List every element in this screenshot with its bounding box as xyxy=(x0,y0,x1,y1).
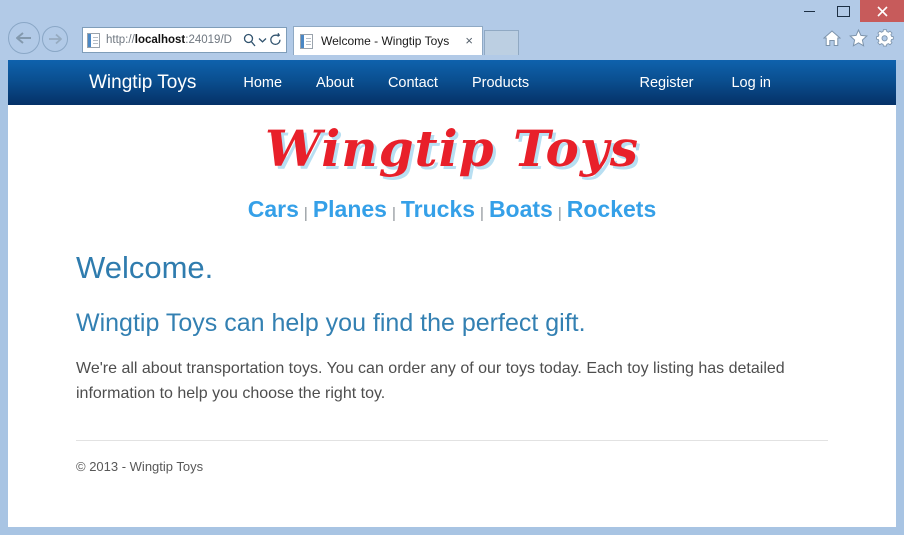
nav-item-products[interactable]: Products xyxy=(455,75,546,91)
forward-button[interactable] xyxy=(42,26,68,52)
category-link-cars[interactable]: Cars xyxy=(248,196,299,222)
page-footer: © 2013 - Wingtip Toys xyxy=(76,459,204,475)
new-tab-button[interactable] xyxy=(484,30,519,55)
address-bar-icons xyxy=(243,33,286,47)
back-arrow-icon xyxy=(16,32,31,44)
chevron-down-icon[interactable] xyxy=(258,37,267,43)
page-favicon-icon xyxy=(87,32,101,48)
category-links: Cars | Planes | Trucks | Boats | Rockets xyxy=(8,196,896,223)
nav-item-about[interactable]: About xyxy=(299,75,371,91)
nav-item-home[interactable]: Home xyxy=(226,75,299,91)
nav-item-register[interactable]: Register xyxy=(620,75,712,91)
site-navigation-bar: Wingtip Toys Home About Contact Products… xyxy=(8,60,896,105)
minimize-button[interactable] xyxy=(792,0,826,28)
close-icon xyxy=(876,5,888,17)
settings-gear-icon[interactable] xyxy=(876,29,894,47)
browser-toolbar-icons xyxy=(823,29,894,47)
category-separator: | xyxy=(557,205,562,222)
page-tagline: Wingtip Toys can help you find the perfe… xyxy=(76,309,586,338)
category-link-trucks[interactable]: Trucks xyxy=(401,196,475,222)
tab-favicon-icon xyxy=(300,33,314,49)
category-separator: | xyxy=(480,205,484,222)
close-window-button[interactable] xyxy=(860,0,904,22)
site-brand[interactable]: Wingtip Toys xyxy=(89,72,196,94)
magnifier-icon[interactable] xyxy=(243,33,256,47)
maximize-button[interactable] xyxy=(826,0,860,22)
page-title: Welcome. xyxy=(76,250,214,285)
site-nav-links: Home About Contact Products xyxy=(226,75,546,91)
page-viewport: Wingtip Toys Home About Contact Products… xyxy=(8,60,896,527)
browser-window: http://localhost:24019/D Welcome - Wingt… xyxy=(0,0,904,535)
tab-title: Welcome - Wingtip Toys xyxy=(321,34,450,48)
tab-close-icon[interactable]: × xyxy=(462,34,476,49)
minimize-icon xyxy=(803,10,815,12)
page-paragraph: We're all about transportation toys. You… xyxy=(76,359,785,403)
category-separator: | xyxy=(391,205,396,222)
site-logo: Wingtip Toys xyxy=(264,119,640,178)
category-link-planes[interactable]: Planes xyxy=(313,196,387,222)
tab-welcome-wingtip-toys[interactable]: Welcome - Wingtip Toys × xyxy=(293,26,483,55)
page-content: Wingtip Toys Cars | Planes | Trucks | Bo… xyxy=(8,121,896,474)
main-content: Welcome. Wingtip Toys can help you find … xyxy=(8,250,896,475)
window-controls xyxy=(792,0,904,22)
account-nav-links: Register Log in xyxy=(620,75,790,91)
category-separator: | xyxy=(303,205,308,222)
browser-chrome: http://localhost:24019/D Welcome - Wingt… xyxy=(0,0,904,60)
maximize-icon xyxy=(836,5,850,17)
nav-item-contact[interactable]: Contact xyxy=(371,75,455,91)
tab-strip: Welcome - Wingtip Toys × xyxy=(293,26,519,55)
address-bar[interactable]: http://localhost:24019/D xyxy=(82,27,287,53)
category-link-boats[interactable]: Boats xyxy=(489,196,553,222)
nav-item-login[interactable]: Log in xyxy=(712,75,790,91)
favorites-star-icon[interactable] xyxy=(849,29,868,47)
url-text: http://localhost:24019/D xyxy=(106,34,232,46)
home-icon[interactable] xyxy=(823,29,841,47)
back-button[interactable] xyxy=(8,22,40,54)
content-divider xyxy=(76,440,828,442)
navigation-arrows xyxy=(8,22,68,54)
forward-arrow-icon xyxy=(48,33,62,45)
refresh-icon[interactable] xyxy=(269,33,282,47)
category-link-rockets[interactable]: Rockets xyxy=(567,196,656,222)
